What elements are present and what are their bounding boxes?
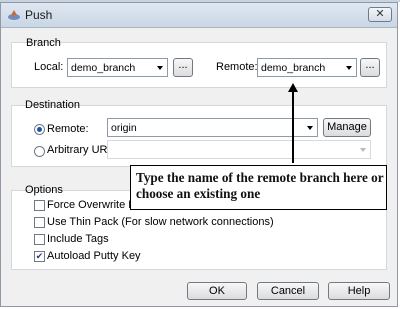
local-branch-combo[interactable]: demo_branch bbox=[67, 58, 168, 77]
autoload-putty-key-label[interactable]: Autoload Putty Key bbox=[47, 250, 141, 262]
force-overwrite-checkbox[interactable] bbox=[34, 200, 45, 211]
options-group-label: Options bbox=[25, 184, 63, 196]
remote-value: origin bbox=[111, 122, 137, 134]
local-label: Local: bbox=[34, 61, 64, 73]
branch-group-label: Branch bbox=[26, 37, 61, 49]
thin-pack-checkbox[interactable] bbox=[34, 217, 45, 228]
include-tags-checkbox[interactable] bbox=[34, 234, 45, 245]
remote-branch-label: Remote: bbox=[216, 61, 258, 73]
help-button[interactable]: Help bbox=[328, 282, 390, 300]
remote-branch-value: demo_branch bbox=[261, 62, 326, 74]
remote-radio-label[interactable]: Remote: bbox=[47, 123, 89, 135]
destination-group-label: Destination bbox=[25, 99, 81, 111]
manage-button[interactable]: Manage bbox=[323, 118, 371, 137]
close-button[interactable]: ✕ bbox=[368, 7, 392, 22]
chevron-down-icon[interactable] bbox=[360, 148, 366, 152]
ok-button[interactable]: OK bbox=[187, 282, 247, 300]
window-title: Push bbox=[25, 8, 53, 22]
autoload-putty-key-checkbox[interactable]: ✔ bbox=[34, 251, 45, 262]
chevron-down-icon[interactable] bbox=[157, 66, 163, 70]
checkmark-icon: ✔ bbox=[35, 251, 44, 261]
include-tags-label[interactable]: Include Tags bbox=[47, 233, 109, 245]
annotation-callout: Type the name of the remote branch here … bbox=[130, 165, 387, 210]
push-dialog: Push ✕ Branch Local: demo_branch ... Rem… bbox=[0, 2, 398, 307]
chevron-down-icon[interactable] bbox=[346, 66, 352, 70]
remote-browse-button[interactable]: ... bbox=[360, 58, 380, 77]
remote-branch-combo[interactable]: demo_branch bbox=[257, 58, 357, 77]
title-bar: Push ✕ bbox=[1, 3, 397, 28]
annotation-arrow-line bbox=[292, 92, 294, 163]
local-browse-button[interactable]: ... bbox=[173, 58, 193, 77]
remote-combo[interactable]: origin bbox=[107, 118, 318, 137]
thin-pack-label[interactable]: Use Thin Pack (For slow network connecti… bbox=[47, 216, 274, 228]
local-branch-value: demo_branch bbox=[71, 62, 136, 74]
cancel-button[interactable]: Cancel bbox=[257, 282, 319, 300]
arbitrary-url-combo[interactable] bbox=[107, 140, 371, 159]
remote-radio[interactable] bbox=[34, 124, 45, 135]
chevron-down-icon[interactable] bbox=[307, 126, 313, 130]
push-icon bbox=[8, 10, 20, 20]
annotation-arrowhead bbox=[288, 83, 298, 92]
arbitrary-url-radio[interactable] bbox=[34, 146, 45, 157]
